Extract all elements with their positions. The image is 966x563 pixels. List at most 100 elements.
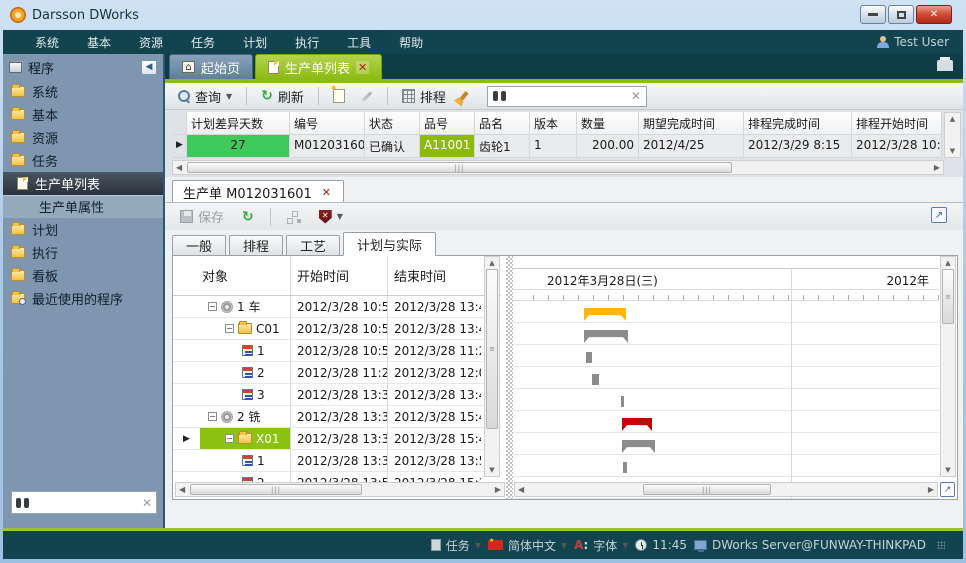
- tree-object-cell[interactable]: −X01: [200, 428, 291, 449]
- tree-column-header-2[interactable]: 结束时间: [388, 256, 481, 295]
- cell-4[interactable]: 齿轮1: [475, 135, 530, 158]
- menu-item-4[interactable]: 计划: [229, 31, 281, 54]
- cell-9[interactable]: 2012/3/28 10:52: [852, 135, 942, 158]
- gantt-bar-5[interactable]: [622, 418, 652, 431]
- status-font[interactable]: A: 字体▼: [574, 537, 628, 554]
- column-header-5[interactable]: 版本: [530, 112, 577, 135]
- tree-row-7[interactable]: 12012/3/28 13:302012/3/28 13:50: [173, 450, 501, 472]
- refresh-button[interactable]: ↻ 刷新: [256, 85, 309, 108]
- cell-7[interactable]: 2012/4/25: [639, 135, 744, 158]
- collapse-node-icon[interactable]: −: [225, 434, 234, 443]
- gantt-bar-4[interactable]: [621, 396, 624, 407]
- cell-8[interactable]: 2012/3/29 8:15: [744, 135, 852, 158]
- sidebar-item-5[interactable]: 生产单属性: [3, 195, 163, 218]
- toolbar-search-input[interactable]: [511, 89, 626, 104]
- menu-item-3[interactable]: 任务: [177, 31, 229, 54]
- sidebar-item-4[interactable]: 生产单列表: [3, 172, 163, 195]
- tree-row-5[interactable]: −2 铣2012/3/28 13:302012/3/28 15:40: [173, 406, 501, 428]
- column-header-6[interactable]: 数量: [577, 112, 639, 135]
- sidebar-search-input[interactable]: [33, 496, 138, 510]
- detail-tab-close-icon[interactable]: ✕: [320, 186, 333, 199]
- tree-object-cell[interactable]: 1: [200, 340, 291, 361]
- column-header-2[interactable]: 状态: [365, 112, 420, 135]
- split-handle[interactable]: [506, 256, 513, 499]
- subtab-1[interactable]: 排程: [229, 235, 283, 256]
- tab-close-icon[interactable]: ✕: [356, 61, 369, 74]
- resize-grip[interactable]: [937, 541, 945, 549]
- gantt-bar-0[interactable]: [584, 308, 626, 321]
- column-header-0[interactable]: 计划差异天数: [187, 112, 290, 135]
- sidebar-item-6[interactable]: 计划: [3, 218, 163, 241]
- clear-search-icon[interactable]: ✕: [631, 89, 641, 103]
- tree-object-cell[interactable]: 2: [200, 362, 291, 383]
- order-detail-tab[interactable]: 生产单 M012031601 ✕: [172, 180, 344, 203]
- menu-item-6[interactable]: 工具: [333, 31, 385, 54]
- gantt-vscrollbar[interactable]: ▲ ≡ ▼: [940, 256, 956, 477]
- gantt-bar-7[interactable]: [623, 462, 627, 473]
- save-button[interactable]: 保存: [175, 205, 229, 228]
- close-button[interactable]: ✕: [916, 5, 952, 24]
- tree-object-cell[interactable]: −1 车: [200, 296, 291, 317]
- tree-object-cell[interactable]: 1: [200, 450, 291, 471]
- collapse-node-icon[interactable]: −: [225, 324, 234, 333]
- tree-row-6[interactable]: ▶−X012012/3/28 13:302012/3/28 15:40: [173, 428, 501, 450]
- tree-row-0[interactable]: −1 车2012/3/28 10:522012/3/28 13:40: [173, 296, 501, 318]
- menu-item-0[interactable]: 系统: [21, 31, 73, 54]
- user-badge[interactable]: Test User: [877, 35, 949, 49]
- query-button[interactable]: 查询 ▼: [173, 85, 237, 108]
- cell-0[interactable]: 27: [187, 135, 290, 158]
- menu-item-7[interactable]: 帮助: [385, 31, 437, 54]
- sidebar-item-2[interactable]: 资源: [3, 126, 163, 149]
- clear-search-icon[interactable]: ✕: [142, 496, 152, 510]
- sidebar-item-8[interactable]: 看板: [3, 264, 163, 287]
- tree-column-header-1[interactable]: 开始时间: [291, 256, 388, 295]
- sidebar-item-3[interactable]: 任务: [3, 149, 163, 172]
- column-header-8[interactable]: 排程完成时间: [744, 112, 852, 135]
- cell-5[interactable]: 1: [530, 135, 577, 158]
- cell-6[interactable]: 200.00: [577, 135, 639, 158]
- edit-button[interactable]: [356, 93, 378, 100]
- gantt-bar-6[interactable]: [622, 440, 655, 453]
- detail-refresh-button[interactable]: ↻: [237, 208, 259, 226]
- menu-item-5[interactable]: 执行: [281, 31, 333, 54]
- sidebar-item-1[interactable]: 基本: [3, 103, 163, 126]
- column-header-3[interactable]: 品号: [420, 112, 475, 135]
- gantt-popout-button[interactable]: ↗: [940, 482, 955, 497]
- cell-3[interactable]: A11001: [420, 135, 475, 158]
- orders-grid-row[interactable]: ▶27M012031601已确认A11001齿轮11200.002012/4/2…: [172, 135, 944, 158]
- minimize-button[interactable]: [860, 5, 886, 24]
- clean-button[interactable]: [457, 89, 481, 103]
- tree-row-3[interactable]: 22012/3/28 11:222012/3/28 12:00: [173, 362, 501, 384]
- tree-column-header-0[interactable]: 对象: [200, 256, 291, 295]
- printer-icon[interactable]: [937, 60, 953, 71]
- tab-order-list[interactable]: 生产单列表 ✕: [255, 54, 382, 79]
- column-header-9[interactable]: 排程开始时间: [852, 112, 942, 135]
- subtab-3[interactable]: 计划与实际: [343, 232, 436, 256]
- hierarchy-button[interactable]: [282, 209, 306, 225]
- tree-object-cell[interactable]: −2 铣: [200, 406, 291, 427]
- query-dropdown-icon[interactable]: ▼: [226, 92, 232, 101]
- collapse-node-icon[interactable]: −: [208, 412, 217, 421]
- gantt-bar-3[interactable]: [592, 374, 599, 385]
- sidebar-collapse-button[interactable]: ◀: [141, 60, 157, 75]
- cell-1[interactable]: M012031601: [290, 135, 365, 158]
- sidebar-item-0[interactable]: 系统: [3, 80, 163, 103]
- status-task[interactable]: 任务▼: [431, 537, 481, 554]
- tree-row-4[interactable]: 32012/3/28 13:302012/3/28 13:40: [173, 384, 501, 406]
- tree-row-1[interactable]: −C012012/3/28 10:522012/3/28 13:40: [173, 318, 501, 340]
- menu-item-1[interactable]: 基本: [73, 31, 125, 54]
- cell-2[interactable]: 已确认: [365, 135, 420, 158]
- validate-dropdown-icon[interactable]: ▼: [337, 212, 343, 221]
- tree-row-2[interactable]: 12012/3/28 10:522012/3/28 11:22: [173, 340, 501, 362]
- collapse-node-icon[interactable]: −: [208, 302, 217, 311]
- menu-item-2[interactable]: 资源: [125, 31, 177, 54]
- tree-object-cell[interactable]: −C01: [200, 318, 291, 339]
- column-header-7[interactable]: 期望完成时间: [639, 112, 744, 135]
- tab-home[interactable]: ⌂ 起始页: [169, 54, 253, 79]
- subtab-2[interactable]: 工艺: [286, 235, 340, 256]
- column-header-1[interactable]: 编号: [290, 112, 365, 135]
- sidebar-item-9[interactable]: 最近使用的程序: [3, 287, 163, 310]
- sidebar-item-7[interactable]: 执行: [3, 241, 163, 264]
- orders-hscrollbar[interactable]: ◀ ||| ▶: [172, 160, 944, 175]
- schedule-button[interactable]: 排程: [397, 85, 451, 108]
